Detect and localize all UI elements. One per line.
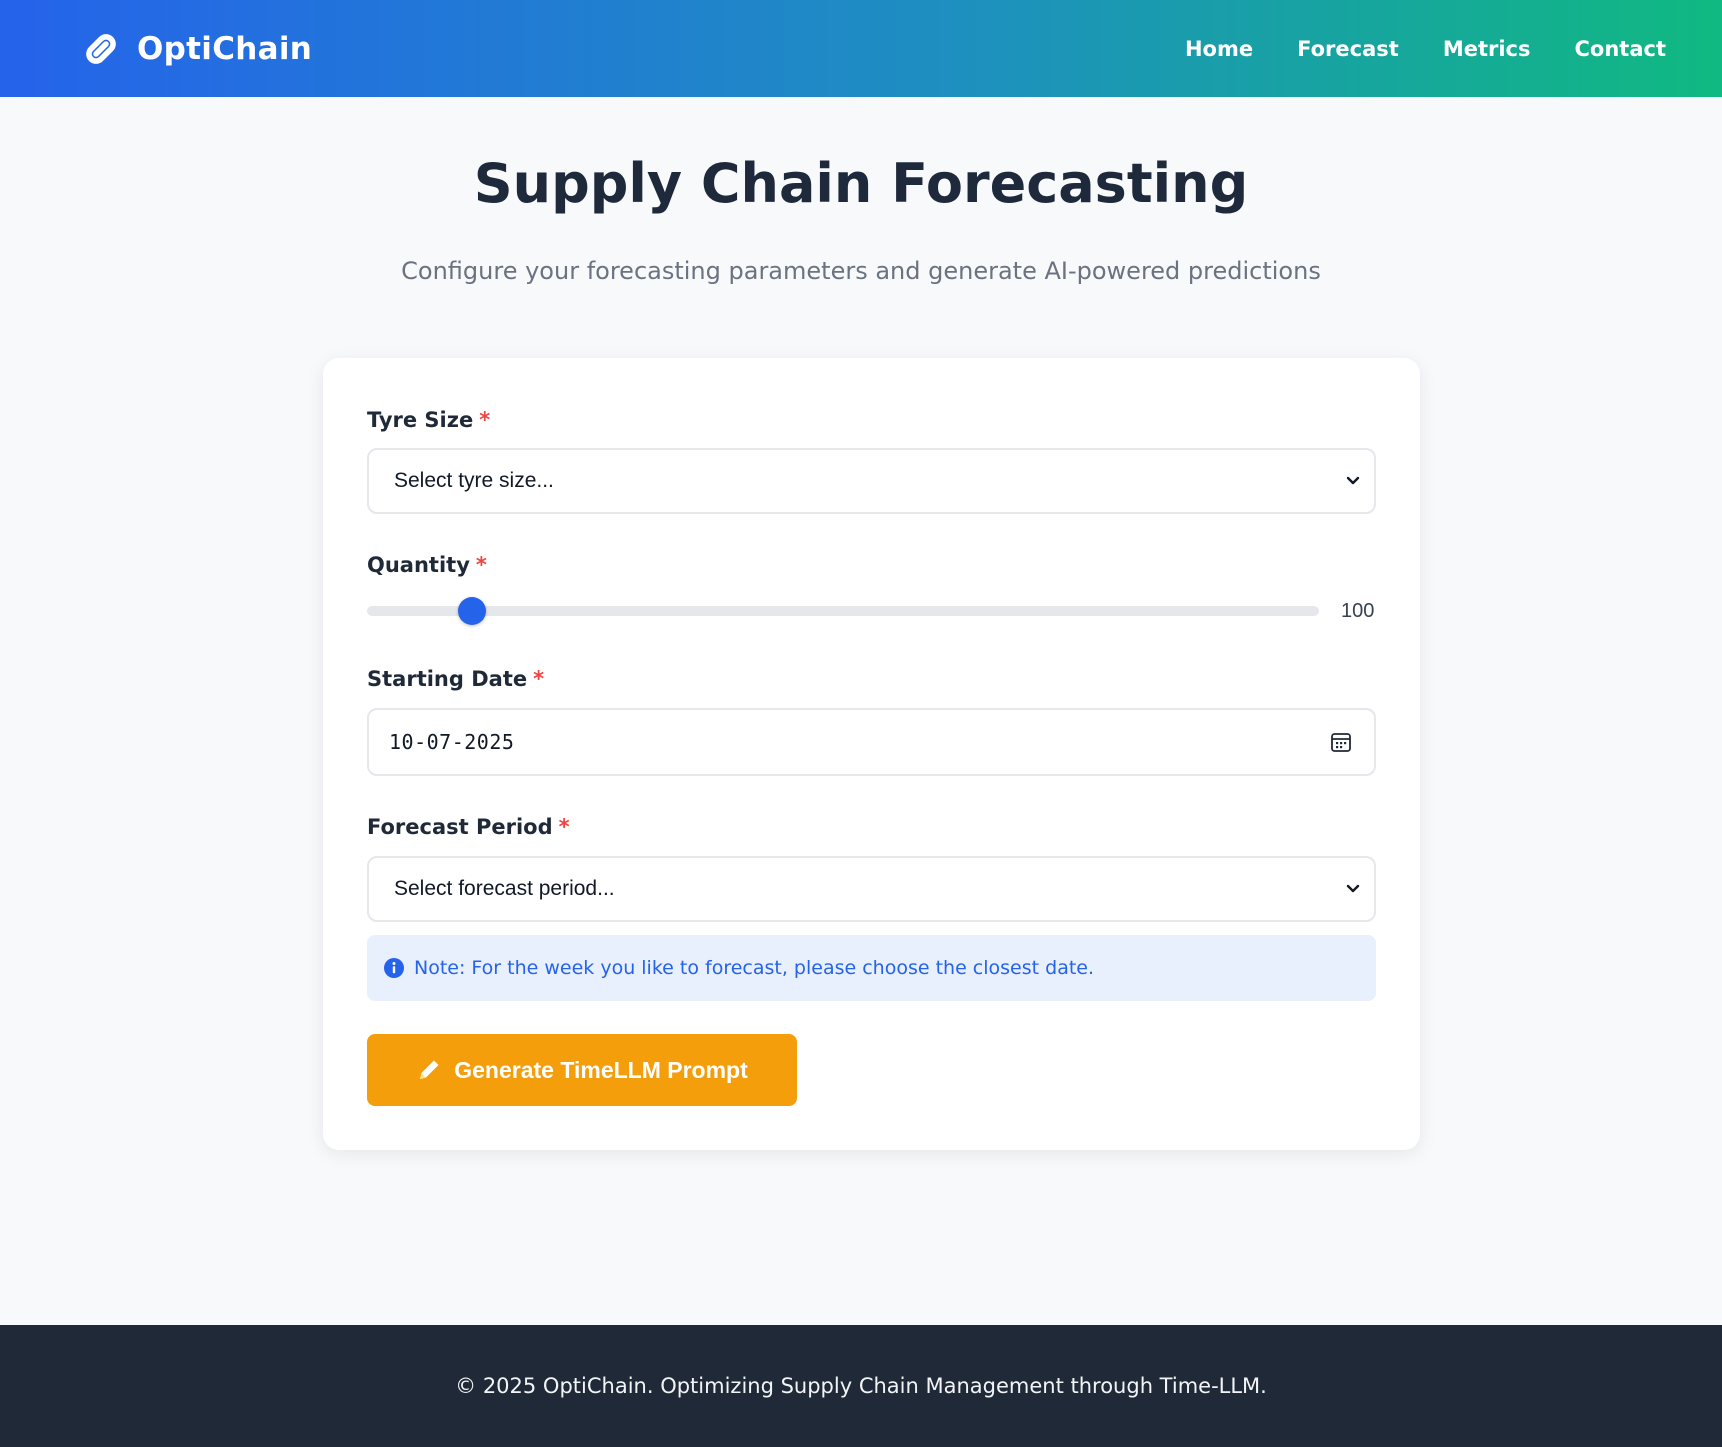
nav-forecast-link[interactable]: Forecast [1297, 37, 1399, 61]
starting-date-value: 10-07-2025 [389, 730, 515, 754]
calendar-icon[interactable] [1330, 730, 1354, 754]
tyre-size-placeholder: Select tyre size... [394, 469, 554, 492]
top-navbar: OptiChain Home Forecast Metrics Contact [0, 0, 1722, 97]
forecast-note: Note: For the week you like to forecast,… [367, 935, 1376, 1001]
forecast-period-label: Forecast Period * [367, 815, 570, 839]
starting-date-label: Starting Date * [367, 667, 544, 691]
footer: © 2025 OptiChain. Optimizing Supply Chai… [0, 1325, 1722, 1447]
note-text: Note: For the week you like to forecast,… [414, 957, 1095, 979]
required-marker: * [479, 408, 491, 432]
nav-home-link[interactable]: Home [1185, 37, 1253, 61]
page-subtitle: Configure your forecasting parameters an… [401, 257, 1321, 285]
tyre-size-label-text: Tyre Size [367, 408, 474, 432]
forecast-period-label-text: Forecast Period [367, 815, 553, 839]
required-marker: * [533, 667, 545, 691]
nav-contact-link[interactable]: Contact [1575, 37, 1667, 61]
required-marker: * [558, 815, 570, 839]
generate-button-label: Generate TimeLLM Prompt [454, 1056, 748, 1083]
page-title: Supply Chain Forecasting [473, 152, 1249, 215]
nav-metrics-link[interactable]: Metrics [1443, 37, 1531, 61]
starting-date-label-text: Starting Date [367, 667, 528, 691]
info-icon [384, 958, 404, 978]
nav-links: Home Forecast Metrics Contact [1185, 37, 1666, 61]
required-marker: * [475, 553, 487, 577]
link-icon [77, 29, 125, 69]
quantity-value: 100 [1341, 600, 1375, 622]
chevron-down-icon [1344, 880, 1362, 898]
pencil-icon [416, 1057, 442, 1083]
quantity-label: Quantity * [367, 553, 487, 577]
brand[interactable]: OptiChain [77, 29, 312, 69]
tyre-size-label: Tyre Size * [367, 408, 490, 432]
forecast-period-select[interactable]: Select forecast period... [367, 856, 1376, 922]
brand-name: OptiChain [137, 30, 313, 67]
tyre-size-select[interactable]: Select tyre size... [367, 448, 1376, 514]
forecast-form-card: Tyre Size * Select tyre size... Quantity *… [323, 358, 1420, 1150]
generate-timellm-prompt-button[interactable]: Generate TimeLLM Prompt [367, 1034, 797, 1106]
quantity-slider[interactable] [367, 597, 1319, 625]
footer-text: © 2025 OptiChain. Optimizing Supply Chai… [455, 1374, 1267, 1398]
starting-date-input[interactable]: 10-07-2025 [367, 708, 1376, 776]
quantity-slider-thumb[interactable] [457, 597, 486, 625]
quantity-label-text: Quantity [367, 553, 470, 577]
forecast-period-placeholder: Select forecast period... [394, 877, 615, 900]
chevron-down-icon [1344, 472, 1362, 490]
